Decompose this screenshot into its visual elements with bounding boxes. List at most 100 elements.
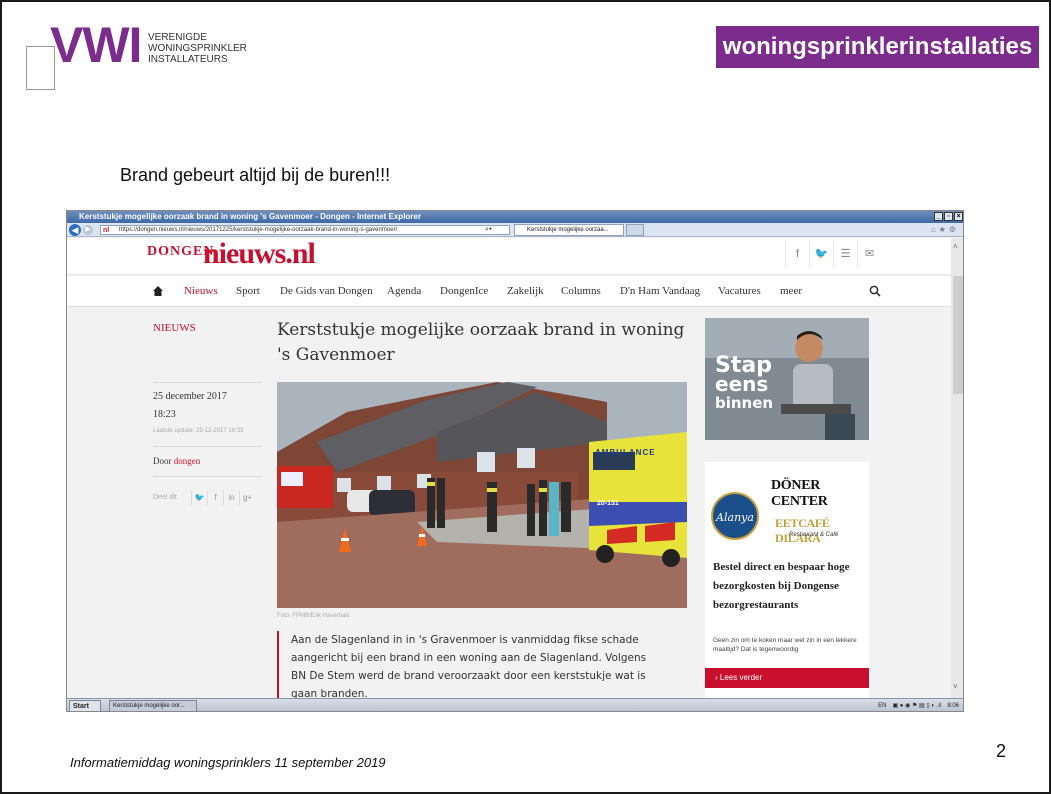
main-nav: Nieuws Sport De Gids van Dongen Agenda D… [67,276,951,307]
ambulance-label: AMBULANCE [595,448,656,457]
ad-stap-eens-binnen[interactable]: Stap eens binnen [705,318,869,440]
nav-item-zakelijk[interactable]: Zakelijk [507,276,544,307]
search-icon[interactable] [869,285,881,297]
facebook-icon[interactable]: f [785,240,809,268]
web-page: DONGEN nieuws.nl f 🐦 ☰ ✉ Nieuws Sport De… [67,238,951,698]
share-label: Deel dit [153,494,177,501]
browser-screenshot: Kerststukje mogelijke oorzaak brand in w… [66,210,964,712]
favorites-icon[interactable]: ★ [939,225,949,234]
share-linkedin-icon[interactable]: in [223,490,239,506]
ad1-line-3: binnen [715,394,774,412]
nav-item-meer[interactable]: meer [780,276,802,307]
window-title: Kerststukje mogelijke oorzaak brand in w… [79,212,421,221]
slide-footer: Informatiemiddag woningsprinklers 11 sep… [70,755,386,770]
article-title: Kerststukje mogelijke oorzaak brand in w… [277,320,685,365]
scroll-up-icon[interactable]: ˄ [953,242,958,251]
article-time: 18:23 [153,409,176,420]
share-buttons: 🐦 f in g+ [191,490,255,506]
fire-scene-illustration [277,382,687,608]
read-more-label: Lees verder [719,673,763,682]
window-controls: _ ▫ × [934,212,963,221]
slide: VWI VERENIGDE WONINGSPRINKLER INSTALLATE… [0,0,1051,794]
share-googleplus-icon[interactable]: g+ [239,490,255,506]
article-body: Aan de Slagenland in in 's Gravenmoer is… [291,634,647,698]
alanya-logo: Alanya [711,492,759,540]
browser-toolbar: ◀ ▶ nl https://dongen.nieuws.nl/nieuws/2… [67,223,963,237]
browser-tab[interactable]: Kerststukje mogelijke oorzaa... [514,224,624,236]
start-button[interactable]: Start [69,700,101,711]
share-twitter-icon[interactable]: 🐦 [191,490,207,506]
article-photo: AMBULANCE 20-131 [277,382,687,608]
twitter-icon[interactable]: 🐦 [809,240,833,268]
slide-heading: Brand gebeurt altijd bij de buren!!! [120,165,391,185]
home-icon[interactable]: ⌂ [931,225,939,234]
logo-line-1: VERENIGDE [148,32,207,43]
mail-icon[interactable]: ✉ [857,240,881,268]
address-search-icon[interactable]: ⌕▾ [485,225,507,235]
ambulance-number: 20-131 [597,500,619,507]
scroll-down-icon[interactable]: ˅ [953,682,958,691]
clock[interactable]: 8:06 [947,700,959,711]
maximize-icon[interactable]: ▫ [944,212,953,221]
back-button[interactable]: ◀ [69,224,81,236]
tab-label: Kerststukje mogelijke oorzaa... [527,227,609,233]
nav-item-dongenice[interactable]: DongenIce [440,276,488,307]
chevron-right-icon: › [715,673,718,682]
ad1-line-2: eens [715,372,769,396]
ad2-subtext: Geen zin om te koken maar wel zin in een… [713,637,857,653]
slide-page-number: 2 [996,741,1007,761]
start-label: Start [73,703,89,710]
meta-divider [153,446,261,447]
site-logo[interactable]: nieuws.nl [203,238,316,271]
meta-divider [153,382,261,383]
ad2-headline[interactable]: Bestel direct en bespaar hoge bezorgkost… [713,558,863,615]
windows-taskbar: Start Kerststukje mogelijke oor... EN ▣ … [67,698,963,711]
article-author: Door dongen [153,456,200,466]
window-titlebar: Kerststukje mogelijke oorzaak brand in w… [67,211,963,223]
vwi-logo-text: VERENIGDE WONINGSPRINKLER INSTALLATEURS [148,32,247,65]
system-tray: EN ▣ ● ◉ ⚑ ▤ ▯ ◐ .ıl 8:06 [874,700,963,711]
taskbar-item-browser[interactable]: Kerststukje mogelijke oor... [109,700,197,711]
nav-item-gids[interactable]: De Gids van Dongen [280,276,373,307]
nav-item-sport[interactable]: Sport [236,276,260,307]
social-links: f 🐦 ☰ ✉ [785,240,883,268]
site-favicon: nl [103,227,110,234]
scroll-thumb[interactable] [953,276,963,394]
home-icon[interactable] [153,286,163,296]
eetcafe-subtitle: Restaurant & Café [789,532,839,538]
nav-item-agenda[interactable]: Agenda [387,276,421,307]
meta-divider [153,476,261,477]
language-indicator[interactable]: EN [878,700,886,711]
forward-button[interactable]: ▶ [83,225,93,235]
site-header: DONGEN nieuws.nl f 🐦 ☰ ✉ [67,238,951,275]
logo-line-3: INSTALLATEURS [148,54,228,65]
minimize-icon[interactable]: _ [934,212,943,221]
close-icon[interactable]: × [954,212,963,221]
address-text: https://dongen.nieuws.nl/nieuws/20171225… [119,227,398,233]
author-link[interactable]: dongen [174,456,201,466]
logo-line-2: WONINGSPRINKLER [148,43,247,54]
new-tab-button[interactable] [626,224,644,236]
address-bar[interactable]: nl https://dongen.nieuws.nl/nieuws/20171… [100,225,510,235]
taskbar-item-label: Kerststukje mogelijke oor... [113,703,185,709]
doner-center-logo: DÖNER CENTER [771,478,828,509]
author-prefix: Door [153,456,172,466]
section-label[interactable]: NIEUWS [153,322,196,334]
nav-item-nieuws[interactable]: Nieuws [184,276,218,307]
nav-item-vacatures[interactable]: Vacatures [718,276,761,307]
eetcafe-logo: EETCAFÉ DILARA [775,516,830,545]
settings-icon[interactable]: ⚙ [949,225,959,234]
brand-badge: woningsprinklerinstallaties [716,26,1039,68]
rss-icon[interactable]: ☰ [833,240,857,268]
browser-right-icons: ⌂★⚙ [931,225,959,234]
nav-item-dn-ham[interactable]: D'n Ham Vandaag [620,276,700,307]
share-facebook-icon[interactable]: f [207,490,223,506]
nav-item-columns[interactable]: Columns [561,276,601,307]
tray-icons[interactable]: ▣ ● ◉ ⚑ ▤ ▯ ◐ .ıl [892,700,941,711]
ad1-text: Stap eens binnen [715,355,774,413]
page-scrollbar[interactable]: ˄ ˅ [951,238,963,698]
vwi-logo: VWI [50,17,142,73]
article-date: 25 december 2017 [153,391,227,402]
read-more-button[interactable]: › Lees verder [705,668,869,688]
ad-restaurants[interactable]: DÖNER CENTER Alanya EETCAFÉ DILARA Resta… [705,462,869,698]
